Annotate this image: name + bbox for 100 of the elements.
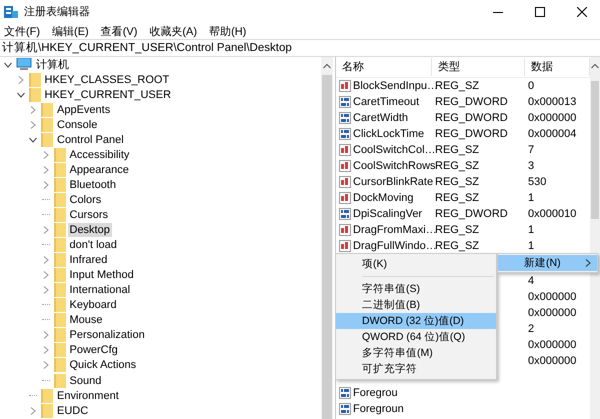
- tree-item[interactable]: Input Method: [68, 268, 136, 282]
- tree-item[interactable]: Keyboard: [68, 298, 119, 312]
- folder-icon: [41, 404, 53, 418]
- column-header[interactable]: 类型: [432, 58, 525, 76]
- string-value-icon: [339, 176, 351, 188]
- tree-item[interactable]: 计算机: [34, 58, 71, 72]
- tree-item[interactable]: Cursors: [68, 208, 110, 222]
- value-type: REG_SZ: [435, 192, 480, 204]
- tree-item[interactable]: International: [68, 283, 132, 298]
- menu-item[interactable]: 项(K): [336, 256, 496, 272]
- value-name[interactable]: DragFromMaxi…: [353, 224, 437, 236]
- tree-item[interactable]: Desktop: [68, 223, 112, 238]
- value-name[interactable]: CaretWidth: [353, 112, 408, 124]
- string-value-icon: [339, 80, 351, 92]
- menu-item[interactable]: 多字符串值(M): [336, 345, 496, 361]
- tree-item[interactable]: Quick Actions: [68, 358, 138, 372]
- value-type: REG_DWORD: [435, 128, 508, 140]
- folder-icon: [54, 162, 66, 177]
- menu-item[interactable]: 帮助(H): [209, 24, 246, 38]
- string-value-icon: [339, 240, 351, 252]
- value-type: REG_SZ: [435, 240, 480, 252]
- collapsed-caret-icon: [42, 226, 50, 234]
- menu-item[interactable]: DWORD (32 位)值(D): [336, 313, 496, 329]
- computer-icon: [16, 58, 32, 72]
- value-type: REG_SZ: [435, 80, 480, 92]
- tree-item[interactable]: Colors: [68, 192, 104, 207]
- tree-item[interactable]: EUDC: [55, 404, 90, 418]
- value-data: 1: [528, 240, 534, 252]
- folder-icon: [41, 102, 53, 117]
- menu-item[interactable]: 文件(F): [4, 24, 40, 38]
- value-name[interactable]: DockMoving: [353, 192, 414, 204]
- folder-icon: [54, 283, 66, 298]
- tree-item[interactable]: HKEY_CLASSES_ROOT: [42, 72, 172, 87]
- value-name[interactable]: DpiScalingVer: [353, 208, 422, 220]
- menu-item[interactable]: 可扩充字符: [336, 361, 496, 377]
- value-name[interactable]: Foregroun: [353, 403, 404, 415]
- registry-app-icon: [4, 4, 18, 18]
- menu-item[interactable]: 编辑(E): [52, 24, 89, 38]
- close-icon: [577, 6, 587, 16]
- menu-item[interactable]: 字符串值(S): [336, 281, 496, 297]
- folder-icon: [54, 238, 66, 252]
- folder-icon: [54, 343, 66, 358]
- folder-icon: [54, 298, 66, 312]
- scrollbar[interactable]: [590, 57, 600, 419]
- column-header[interactable]: 名称: [336, 58, 432, 76]
- tree-item[interactable]: Infrared: [68, 253, 110, 268]
- folder-icon: [54, 374, 66, 388]
- collapsed-caret-icon: [16, 76, 24, 84]
- value-name[interactable]: CaretTimeout: [353, 96, 420, 108]
- value-type: REG_SZ: [435, 160, 480, 172]
- value-type: REG_SZ: [435, 224, 480, 236]
- tree-item[interactable]: Mouse: [68, 313, 105, 328]
- value-data: 0x000000: [528, 291, 576, 303]
- menu-item[interactable]: QWORD (64 位)值(Q): [336, 329, 496, 345]
- tree-item[interactable]: Environment: [55, 388, 121, 403]
- value-type: REG_DWORD: [435, 96, 508, 108]
- value-data: 1: [528, 192, 534, 204]
- value-name[interactable]: CursorBlinkRate: [353, 176, 434, 188]
- folder-icon: [54, 358, 66, 372]
- window-title: 注册表编辑器: [24, 4, 90, 19]
- tree-item[interactable]: PowerCfg: [68, 343, 120, 358]
- value-name[interactable]: Foregrou: [353, 387, 398, 399]
- menu-item[interactable]: 收藏夹(A): [149, 24, 198, 38]
- string-value-icon: [339, 160, 351, 172]
- tree-item[interactable]: Personalization: [68, 328, 147, 342]
- value-data: 3: [528, 160, 534, 172]
- folder-icon: [54, 268, 66, 282]
- tree-item[interactable]: Accessibility: [68, 148, 132, 162]
- value-data: 4: [528, 275, 534, 287]
- folder-icon: [41, 132, 53, 147]
- folder-icon: [28, 88, 40, 102]
- expanded-caret-icon: [29, 136, 37, 144]
- folder-icon: [28, 72, 40, 87]
- address-bar[interactable]: 计算机\HKEY_CURRENT_USER\Control Panel\Desktop: [0, 39, 600, 57]
- value-name[interactable]: CoolSwitchCol…: [353, 144, 436, 156]
- expanded-caret-icon: [16, 90, 24, 99]
- collapsed-caret-icon: [29, 406, 37, 415]
- tree-item[interactable]: HKEY_CURRENT_USER: [42, 88, 174, 102]
- tree-item[interactable]: Sound: [68, 374, 104, 388]
- tree-item[interactable]: Bluetooth: [68, 178, 118, 192]
- value-name[interactable]: CoolSwitchRows: [353, 160, 436, 172]
- tree-item[interactable]: Console: [55, 118, 100, 132]
- tree-item[interactable]: Control Panel: [55, 132, 126, 147]
- string-value-icon: [339, 192, 351, 204]
- menu-item[interactable]: 二进制值(B): [336, 297, 496, 313]
- scrollbar[interactable]: [321, 57, 333, 419]
- folder-icon: [54, 313, 66, 328]
- menu-item[interactable]: 新建(N): [498, 255, 597, 271]
- tree-item[interactable]: don't load: [68, 238, 119, 252]
- folder-icon: [54, 208, 66, 222]
- value-name[interactable]: ClickLockTime: [353, 128, 424, 140]
- tree-item[interactable]: Appearance: [68, 162, 131, 177]
- value-name[interactable]: DragFullWindo…: [353, 240, 437, 252]
- tree-item[interactable]: AppEvents: [55, 102, 112, 117]
- value-data: 0x000000: [528, 307, 576, 319]
- menu-item[interactable]: 查看(V): [100, 24, 138, 38]
- binary-value-icon: [339, 112, 351, 124]
- folder-icon: [41, 118, 53, 132]
- value-data: 0x000000: [528, 112, 576, 124]
- binary-value-icon: [339, 387, 351, 399]
